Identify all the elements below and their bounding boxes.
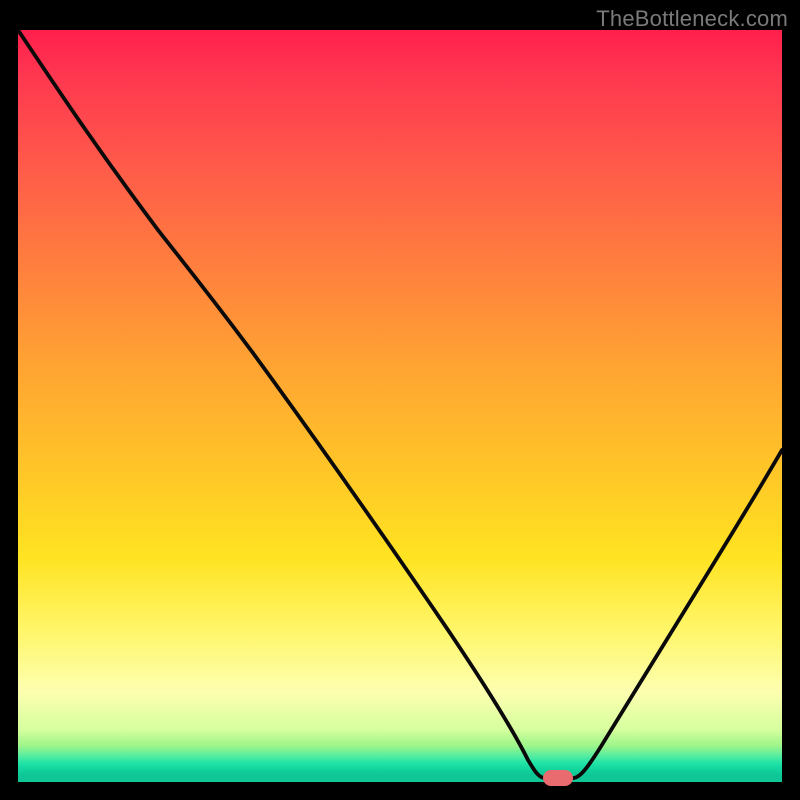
watermark-text: TheBottleneck.com (596, 6, 788, 32)
curve-svg (18, 30, 782, 782)
bottleneck-curve (18, 30, 782, 778)
chart-frame: TheBottleneck.com (0, 0, 800, 800)
plot-area (18, 30, 782, 782)
minimum-marker (543, 770, 573, 786)
